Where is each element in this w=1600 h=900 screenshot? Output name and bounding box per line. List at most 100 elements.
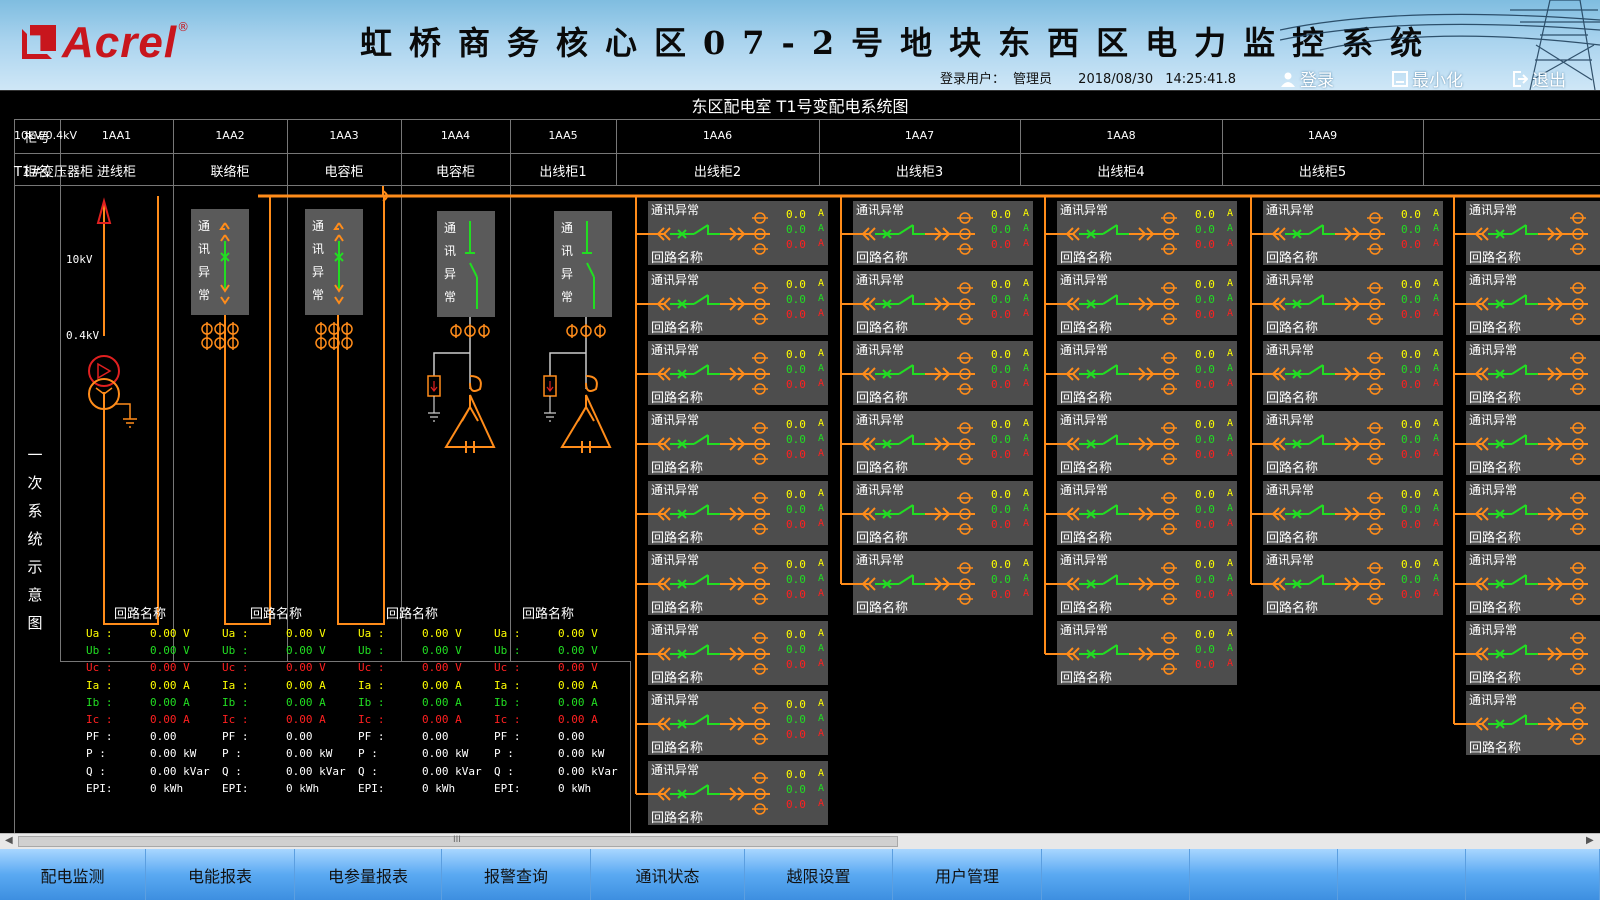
feeder-panel[interactable]: 通讯异常回路名称0.0A0.0A0.0A [1263, 341, 1443, 406]
meter-label: PF : [222, 730, 249, 744]
feeder-panel[interactable]: 通讯异常回路名称0.0A0.0A0.0A [1466, 411, 1600, 476]
feeder-breaker-icon [648, 632, 770, 675]
meter-value: 0.00 [558, 730, 585, 744]
meter-value: 0 kWh [558, 781, 592, 795]
meter-value: 0.00 A [150, 713, 190, 726]
incoming-switch-panel[interactable]: 通讯异常 [191, 209, 249, 315]
feeder-panel[interactable]: 通讯异常回路名称0.0A0.0A0.0A [1466, 621, 1600, 686]
meter-title-1: 回路名称 [250, 607, 303, 622]
meter-value: 0.00 A [286, 713, 326, 726]
nav-item-1[interactable]: 电能报表 [146, 849, 295, 900]
feeder-breaker-icon [648, 702, 770, 745]
feeder-panel[interactable]: 通讯异常回路名称0.0A0.0A0.0A [648, 201, 828, 266]
feeder-panel[interactable]: 通讯异常回路名称0.0A0.0A0.0A [1057, 551, 1237, 616]
feeder-panel[interactable]: 通讯异常回路名称0.0A0.0A0.0A [1057, 411, 1237, 476]
tie-ct-icon [315, 322, 353, 350]
logout-label: 退出 [1532, 71, 1566, 91]
capacitor-switch-panel-1[interactable]: 通讯异常 [554, 211, 612, 317]
feeder-panel[interactable]: 通讯异常回路名称0.0A0.0A0.0A [1057, 481, 1237, 546]
meter-label: Uc : [222, 661, 249, 675]
horizontal-scrollbar[interactable]: ◀ III ▶ [0, 833, 1600, 849]
meter-label: Ia : [86, 678, 113, 692]
login-label: 登录 [1300, 71, 1334, 91]
meter-label: Ua : [222, 627, 249, 640]
feeder-panel[interactable]: 通讯异常回路名称0.0A0.0A0.0A [1057, 621, 1237, 686]
nav-item-4[interactable]: 通讯状态 [591, 849, 745, 900]
meter-value: 0.00 A [558, 695, 598, 709]
feeder-panel[interactable]: 通讯异常回路名称0.0A0.0A0.0A [1263, 271, 1443, 336]
meter-label: EPI: [494, 781, 521, 795]
meter-label: P : [494, 747, 514, 761]
feeder-panel[interactable]: 通讯异常回路名称0.0A0.0A0.0A [853, 481, 1033, 546]
feeder-panel[interactable]: 通讯异常回路名称0.0A0.0A0.0A [1466, 341, 1600, 406]
feeder-panel[interactable]: 通讯异常回路名称0.0A0.0A0.0A [1263, 551, 1443, 616]
incoming-ct-icon [201, 322, 239, 350]
nav-item-8[interactable] [1190, 849, 1338, 900]
scroll-left-icon[interactable]: ◀ [5, 835, 13, 846]
feeder-panel[interactable]: 通讯异常回路名称0.0A0.0A0.0A [648, 481, 828, 546]
feeder-panel[interactable]: 通讯异常回路名称0.0A0.0A0.0A [648, 621, 828, 686]
meter-label: Ib : [494, 695, 521, 709]
meter-value: 0.00 V [422, 644, 462, 658]
meter-value: 0.00 kVar [286, 764, 346, 778]
feeder-panel[interactable]: 通讯异常回路名称0.0A0.0A0.0A [1263, 411, 1443, 476]
feeder-breaker-icon [1057, 212, 1179, 255]
meter-label: Q : [358, 764, 378, 778]
nav-item-0[interactable]: 配电监测 [0, 849, 146, 900]
nav-item-3[interactable]: 报警查询 [442, 849, 591, 900]
feeder-panel[interactable]: 通讯异常回路名称0.0A0.0A0.0A [1466, 551, 1600, 616]
nav-item-10[interactable] [1466, 849, 1600, 900]
nav-item-7[interactable] [1042, 849, 1190, 900]
user-label: 登录用户： [940, 72, 1006, 87]
meter-label: Ua : [86, 627, 113, 640]
meter-value: 0.00 V [422, 627, 462, 640]
lv-voltage-label: 0.4kV [66, 329, 100, 342]
feeder-panel[interactable]: 通讯异常回路名称0.0A0.0A0.0A [1263, 201, 1443, 266]
meter-label: Ua : [358, 627, 385, 640]
feeder-panel[interactable]: 通讯异常回路名称0.0A0.0A0.0A [1263, 481, 1443, 546]
feeder-panel[interactable]: 通讯异常回路名称0.0A0.0A0.0A [648, 691, 828, 756]
feeder-panel[interactable]: 通讯异常回路名称0.0A0.0A0.0A [648, 761, 828, 826]
meter-value: 0.00 V [286, 661, 326, 675]
feeder-panel[interactable]: 通讯异常回路名称0.0A0.0A0.0A [1057, 201, 1237, 266]
login-button[interactable]: 登录 [1280, 66, 1334, 91]
meter-value: 0.00 V [286, 644, 326, 658]
nav-item-5[interactable]: 越限设置 [745, 849, 893, 900]
feeder-breaker-icon [1057, 422, 1179, 465]
feeder-panel[interactable]: 通讯异常回路名称0.0A0.0A0.0A [648, 271, 828, 336]
feeder-breaker-icon [1263, 282, 1385, 325]
minimize-button[interactable]: 最小化 [1392, 66, 1463, 91]
feeder-breaker-icon [1466, 632, 1588, 675]
nav-item-9[interactable] [1338, 849, 1466, 900]
feeder-panel[interactable]: 通讯异常回路名称0.0A0.0A0.0A [648, 551, 828, 616]
meter-value: 0.00 kW [422, 747, 469, 761]
meter-label: Ua : [494, 627, 521, 640]
tie-switch-panel[interactable]: 通讯异常 [305, 209, 363, 315]
feeder-panel[interactable]: 通讯异常回路名称0.0A0.0A0.0A [853, 341, 1033, 406]
feeder-panel[interactable]: 通讯异常回路名称0.0A0.0A0.0A [648, 341, 828, 406]
meter-label: Ia : [222, 678, 249, 692]
feeder-breaker-icon [853, 212, 975, 255]
capacitor-switch-panel-0[interactable]: 通讯异常 [437, 211, 495, 317]
feeder-panel[interactable]: 通讯异常回路名称0.0A0.0A0.0A [853, 551, 1033, 616]
meter-value: 0.00 A [558, 678, 598, 692]
scroll-thumb[interactable]: III [18, 835, 898, 847]
meter-label: Ib : [86, 695, 113, 709]
feeder-panel[interactable]: 通讯异常回路名称0.0A0.0A0.0A [853, 201, 1033, 266]
meter-value: 0.00 kW [150, 747, 197, 761]
feeder-panel[interactable]: 通讯异常回路名称0.0A0.0A0.0A [1466, 201, 1600, 266]
meter-label: P : [86, 747, 106, 761]
nav-item-6[interactable]: 用户管理 [893, 849, 1042, 900]
feeder-panel[interactable]: 通讯异常回路名称0.0A0.0A0.0A [853, 411, 1033, 476]
nav-item-2[interactable]: 电参量报表 [295, 849, 442, 900]
logout-button[interactable]: 退出 [1512, 66, 1566, 91]
scroll-right-icon[interactable]: ▶ [1586, 835, 1594, 846]
feeder-panel[interactable]: 通讯异常回路名称0.0A0.0A0.0A [1057, 341, 1237, 406]
feeder-panel[interactable]: 通讯异常回路名称0.0A0.0A0.0A [648, 411, 828, 476]
feeder-panel[interactable]: 通讯异常回路名称0.0A0.0A0.0A [1057, 271, 1237, 336]
feeder-panel[interactable]: 通讯异常回路名称0.0A0.0A0.0A [1466, 481, 1600, 546]
meter-value: 0.00 V [286, 627, 326, 640]
feeder-panel[interactable]: 通讯异常回路名称0.0A0.0A0.0A [853, 271, 1033, 336]
feeder-panel[interactable]: 通讯异常回路名称0.0A0.0A0.0A [1466, 271, 1600, 336]
feeder-panel[interactable]: 通讯异常回路名称0.0A0.0A0.0A [1466, 691, 1600, 756]
